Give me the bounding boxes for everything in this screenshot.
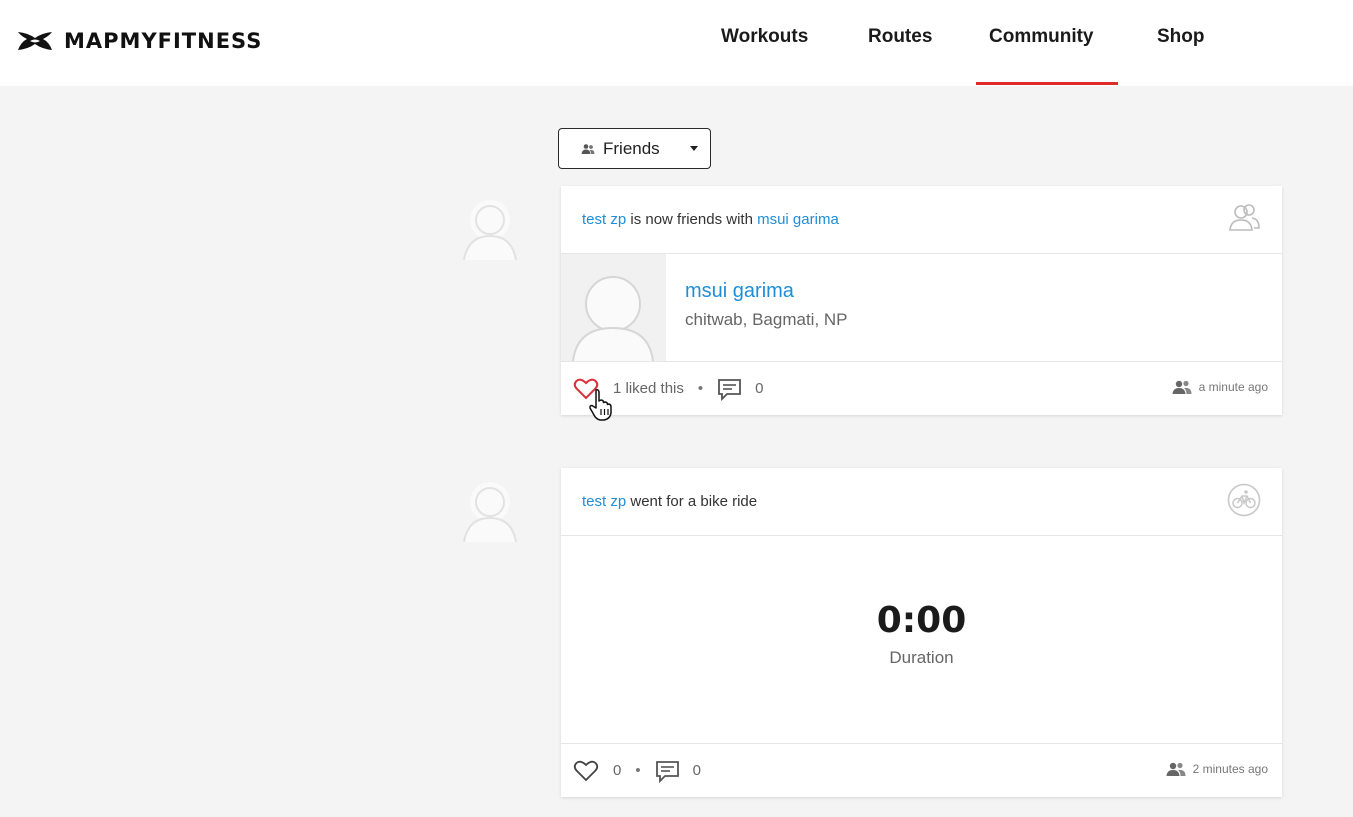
separator-dot: • [697, 380, 704, 397]
like-count[interactable]: 0 [613, 762, 621, 779]
friend-summary: msui garima chitwab, Bagmati, NP [561, 254, 1282, 362]
user-avatar-icon[interactable] [460, 478, 520, 548]
like-count-text[interactable]: 1 liked this [613, 380, 684, 397]
nav-routes[interactable]: Routes [868, 26, 932, 48]
people-icon [581, 143, 595, 154]
actor-link[interactable]: test zp [582, 493, 626, 510]
card-footer: 1 liked this • 0 a minute ago [561, 362, 1282, 415]
chevron-down-icon [690, 146, 698, 151]
card-footer: 0 • 0 2 minutes ago [561, 744, 1282, 797]
target-link[interactable]: msui garima [757, 211, 839, 228]
friends-privacy-icon [1172, 380, 1192, 394]
top-navigation-bar: MAPMYFITNESS Workouts Routes Community S… [0, 0, 1353, 86]
feed-card-workout: test zp went for a bike ride 0:00 Durati… [561, 468, 1282, 797]
active-tab-indicator [976, 82, 1118, 85]
duration-value: 0:00 [876, 600, 967, 641]
card-header: test zp is now friends with msui garima [561, 186, 1282, 254]
activity-text: went for a bike ride [630, 493, 758, 510]
card-header: test zp went for a bike ride [561, 468, 1282, 536]
filter-label: Friends [603, 138, 660, 158]
friends-icon [1229, 204, 1260, 231]
heart-icon[interactable] [573, 377, 599, 401]
under-armour-logo-icon [18, 32, 52, 50]
feed-filter-dropdown[interactable]: Friends [558, 128, 711, 169]
workout-summary[interactable]: 0:00 Duration [561, 536, 1282, 744]
default-avatar-icon [572, 276, 654, 361]
nav-community[interactable]: Community [989, 26, 1094, 48]
user-avatar-icon[interactable] [460, 196, 520, 266]
timestamp-text: 2 minutes ago [1192, 762, 1268, 776]
actor-link[interactable]: test zp [582, 211, 626, 228]
bike-icon [1227, 483, 1261, 517]
nav-workouts[interactable]: Workouts [721, 26, 808, 48]
duration-label: Duration [889, 648, 954, 667]
nav-shop[interactable]: Shop [1157, 26, 1205, 48]
friend-avatar[interactable] [561, 254, 666, 361]
brand-logo[interactable]: MAPMYFITNESS [16, 29, 262, 53]
comment-count[interactable]: 0 [755, 380, 763, 397]
feed-card-friendship: test zp is now friends with msui garima … [561, 186, 1282, 415]
comment-icon[interactable] [717, 377, 743, 401]
friends-privacy-icon [1166, 762, 1186, 776]
comment-count[interactable]: 0 [693, 762, 701, 779]
activity-text: is now friends with [630, 211, 753, 228]
brand-name: MAPMYFITNESS [64, 29, 263, 53]
separator-dot: • [635, 762, 641, 779]
friend-name-link[interactable]: msui garima [685, 280, 794, 303]
timestamp-text: a minute ago [1198, 380, 1268, 394]
friend-location: chitwab, Bagmati, NP [685, 310, 848, 329]
timestamp: 2 minutes ago [1166, 761, 1268, 777]
comment-icon[interactable] [655, 759, 681, 783]
heart-icon[interactable] [573, 759, 599, 783]
timestamp: a minute ago [1172, 379, 1268, 395]
